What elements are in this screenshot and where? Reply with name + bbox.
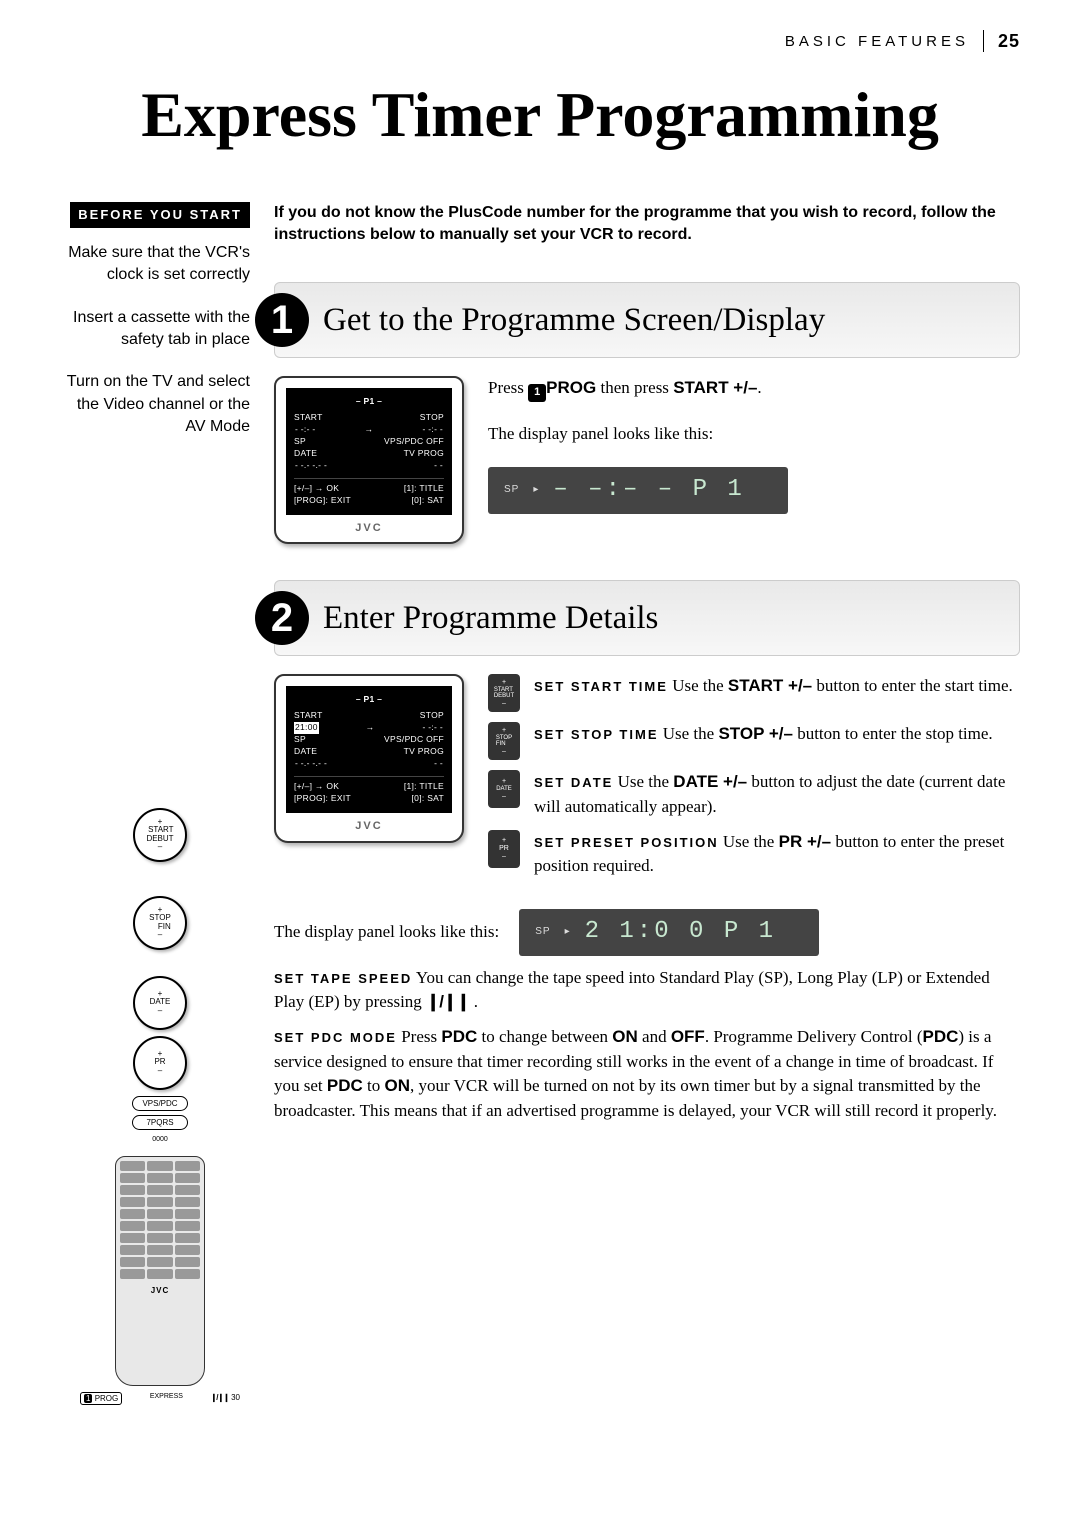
tape-speed-icon: ❙/❙❙ <box>426 992 469 1011</box>
set-stop-time: SET STOP TIME Use the STOP +/– button to… <box>534 722 993 747</box>
step-2-title: Enter Programme Details <box>323 600 658 637</box>
remote-prog-label: 1 PROG <box>80 1392 122 1405</box>
header-divider <box>983 30 984 52</box>
display-panel-1: SP▸ – –:– – P 1 <box>488 467 788 514</box>
before-you-start-tag: BEFORE YOU START <box>70 202 250 228</box>
remote-column: + START DEBUT – + STOP FIN – + DATE – + … <box>70 802 250 1405</box>
section-name: BASIC FEATURES <box>785 33 969 50</box>
intro-paragraph: If you do not know the PlusCode number f… <box>274 202 1020 247</box>
tv-screen-2: – P1 – STARTSTOP 21:00→- -:- - SPVPS/PDC… <box>274 674 464 842</box>
remote-start-button: + START DEBUT – <box>133 808 187 862</box>
left-sidebar: BEFORE YOU START Make sure that the VCR'… <box>60 202 250 1160</box>
step-2-display-label: The display panel looks like this: <box>274 920 499 945</box>
step-1-display-label: The display panel looks like this: <box>488 422 1020 447</box>
remote-body: JVC <box>115 1156 205 1386</box>
main-content: If you do not know the PlusCode number f… <box>274 202 1020 1160</box>
step-1-press-line: Press 1PROG then press START +/–. <box>488 376 1020 402</box>
prep-tv: Turn on the TV and select the Video chan… <box>60 371 250 438</box>
remote-7-key: 7PQRS <box>132 1115 188 1130</box>
remote-pr-button: + PR – <box>133 1036 187 1090</box>
remote-speed-label: ❙/❙❙ 30 <box>211 1392 240 1405</box>
remote-date-button: + DATE – <box>133 976 187 1030</box>
mini-pr-button: +PR– <box>488 830 520 868</box>
step-1-number: 1 <box>255 293 309 347</box>
prog-icon: 1 <box>528 384 546 402</box>
step-1-header: 1 Get to the Programme Screen/Display <box>274 282 1020 358</box>
tv-logo-1: JVC <box>286 521 452 537</box>
step-1-title: Get to the Programme Screen/Display <box>323 302 825 339</box>
remote-stop-button: + STOP FIN – <box>133 896 187 950</box>
set-preset-position: SET PRESET POSITION Use the PR +/– butto… <box>534 830 1020 879</box>
mini-date-button: +DATE– <box>488 770 520 808</box>
page-header: BASIC FEATURES 25 <box>60 30 1020 52</box>
prep-clock: Make sure that the VCR's clock is set co… <box>60 242 250 287</box>
step-2-header: 2 Enter Programme Details <box>274 580 1020 656</box>
tv-screen-1: – P1 – STARTSTOP - -:- -→- -:- - SPVPS/P… <box>274 376 464 544</box>
set-pdc-mode: SET PDC MODE Press PDC to change between… <box>274 1025 1020 1124</box>
page-title: Express Timer Programming <box>60 78 1020 152</box>
set-date: SET DATE Use the DATE +/– button to adju… <box>534 770 1020 819</box>
remote-vpspdc-key: VPS/PDC <box>132 1096 188 1111</box>
mini-start-button: +START DEBUT– <box>488 674 520 712</box>
display-panel-2: SP▸ 2 1:0 0 P 1 <box>519 909 819 956</box>
remote-logo: JVC <box>120 1285 200 1296</box>
prep-cassette: Insert a cassette with the safety tab in… <box>60 307 250 352</box>
set-start-time: SET START TIME Use the START +/– button … <box>534 674 1013 699</box>
tv-logo-2: JVC <box>286 819 452 835</box>
step-2-number: 2 <box>255 591 309 645</box>
mini-stop-button: +STOP FIN– <box>488 722 520 760</box>
remote-express-label: EXPRESS <box>150 1392 183 1405</box>
set-tape-speed: SET TAPE SPEED You can change the tape s… <box>274 966 1020 1015</box>
page-number: 25 <box>998 31 1020 52</box>
remote-0000: 0000 <box>132 1134 188 1146</box>
